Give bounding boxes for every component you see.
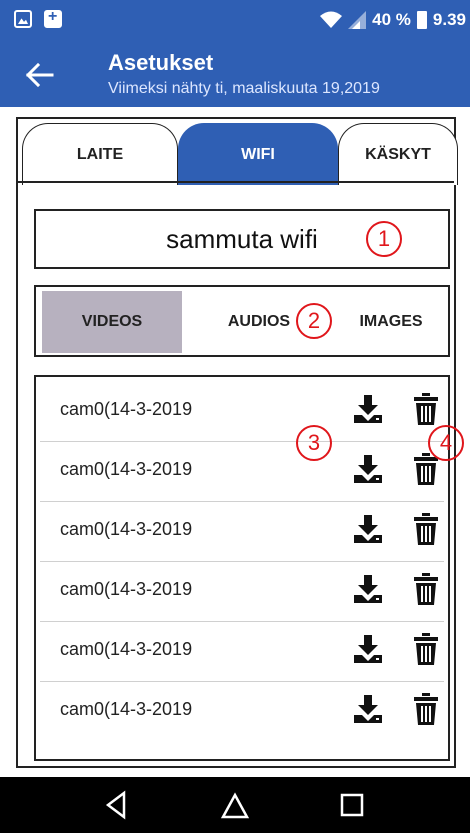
trash-icon[interactable] <box>414 632 438 666</box>
annotation-marker-2: 2 <box>296 303 332 339</box>
download-icon[interactable] <box>352 693 384 725</box>
nav-home-icon[interactable] <box>219 789 251 821</box>
battery-percent: 40 % <box>372 10 411 29</box>
file-list: cam0(14-3-2019 cam0(14-3-2019 cam0(14-3-… <box>34 375 450 761</box>
last-seen-subtitle: Viimeksi nähty ti, maaliskuuta 19,2019 <box>108 80 380 97</box>
download-icon[interactable] <box>352 633 384 665</box>
file-name: cam0(14-3-2019 <box>60 639 193 659</box>
tab-bar: LAITE WIFI KÄSKYT <box>22 123 458 185</box>
trash-icon[interactable] <box>414 512 438 546</box>
nav-back-icon[interactable] <box>100 789 132 821</box>
segment-videos[interactable]: VIDEOS <box>42 291 182 353</box>
file-name: cam0(14-3-2019 <box>60 699 193 719</box>
download-icon[interactable] <box>352 393 384 425</box>
file-name: cam0(14-3-2019 <box>60 459 193 479</box>
trash-icon[interactable] <box>414 692 438 726</box>
page-title: Asetukset <box>108 50 214 75</box>
clock: 9.39 <box>432 10 466 29</box>
segment-images[interactable]: IMAGES <box>336 291 446 353</box>
list-item: cam0(14-3-2019 <box>40 501 444 562</box>
app-bar: Asetukset Viimeksi nähty ti, maaliskuuta… <box>0 44 470 107</box>
plus-icon <box>44 8 62 28</box>
status-bar-right: 40 % 9.39 <box>320 10 466 30</box>
tab-divider <box>18 181 454 183</box>
status-bar-left <box>14 8 62 28</box>
tab-kaskyt[interactable]: KÄSKYT <box>338 123 458 185</box>
status-bar: 40 % 9.39 <box>0 0 470 44</box>
wifi-icon <box>320 11 343 28</box>
annotation-marker-3: 3 <box>296 425 332 461</box>
annotation-marker-1: 1 <box>366 221 402 257</box>
nav-recents-icon[interactable] <box>336 789 368 821</box>
signal-icon <box>348 11 367 29</box>
battery-icon <box>416 11 427 29</box>
download-icon[interactable] <box>352 513 384 545</box>
tab-laite[interactable]: LAITE <box>22 123 178 185</box>
arrow-back-icon[interactable] <box>22 60 56 90</box>
annotation-marker-4: 4 <box>428 425 464 461</box>
trash-icon[interactable] <box>414 572 438 606</box>
image-icon <box>14 10 32 28</box>
download-icon[interactable] <box>352 573 384 605</box>
trash-icon[interactable] <box>414 392 438 426</box>
file-name: cam0(14-3-2019 <box>60 519 193 539</box>
file-name: cam0(14-3-2019 <box>60 579 193 599</box>
download-icon[interactable] <box>352 453 384 485</box>
list-item: cam0(14-3-2019 <box>40 621 444 682</box>
list-item: cam0(14-3-2019 <box>40 381 444 442</box>
list-item: cam0(14-3-2019 <box>40 441 444 502</box>
list-item: cam0(14-3-2019 <box>40 681 444 741</box>
tab-wifi[interactable]: WIFI <box>178 123 338 185</box>
file-name: cam0(14-3-2019 <box>60 399 193 419</box>
media-type-selector: VIDEOS AUDIOS IMAGES <box>34 285 450 357</box>
system-nav-bar <box>0 777 470 833</box>
list-item: cam0(14-3-2019 <box>40 561 444 622</box>
settings-panel: LAITE WIFI KÄSKYT sammuta wifi VIDEOS AU… <box>16 117 458 768</box>
